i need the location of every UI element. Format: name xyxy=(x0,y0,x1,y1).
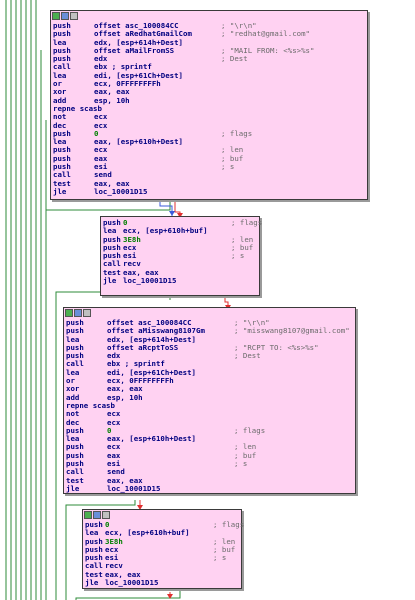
mnemonic: jle xyxy=(66,483,80,493)
list-icon[interactable] xyxy=(102,511,110,519)
instruction-row[interactable]: dec ecx xyxy=(51,121,367,130)
instruction-row[interactable]: jle loc_10001D15 xyxy=(64,483,355,493)
comment: ; "redhat@gmail.com" xyxy=(221,29,310,39)
code-block-2[interactable]: push 0; flags lea ecx, [esp+610h+buf] push 3E… xyxy=(100,216,263,296)
code-block-4[interactable]: push 0; flags lea ecx, [esp+610h+buf] push 3E… xyxy=(82,509,245,589)
comment: ; s xyxy=(234,459,248,469)
graph-icon[interactable] xyxy=(93,511,101,519)
comment: ; Dest xyxy=(234,351,261,361)
comment: ; flags xyxy=(231,218,263,227)
instruction-row[interactable]: jle loc_10001D15 xyxy=(101,276,259,286)
operand: loc_10001D15 xyxy=(105,578,159,588)
code-block-1[interactable]: push offset asc_100084CC; "\r\n" push offse… xyxy=(50,10,368,200)
comment: ; "misswang8107@gmail.com" xyxy=(234,326,350,336)
comment: ; flags xyxy=(221,128,253,138)
graph-icon[interactable] xyxy=(61,12,69,20)
comment: ; flags xyxy=(234,425,266,435)
instruction-list: push 0; flags lea ecx, [esp+610h+buf] push 3E… xyxy=(101,217,263,286)
mnemonic: jle xyxy=(103,276,117,286)
color-icon[interactable] xyxy=(84,511,92,519)
graph-icon[interactable] xyxy=(74,309,82,317)
mnemonic: jle xyxy=(53,186,67,196)
operand: eax, [esp+610h+Dest] xyxy=(107,434,196,444)
operand: eax, [esp+610h+Dest] xyxy=(94,137,183,147)
edge-line xyxy=(75,590,181,600)
mnemonic: jle xyxy=(85,578,99,588)
operand: loc_10001D15 xyxy=(107,483,161,493)
instruction-row[interactable]: jle loc_10001D15 xyxy=(83,578,241,588)
comment: ; s xyxy=(213,553,227,563)
operand: loc_10001D15 xyxy=(94,186,148,196)
code-block-3[interactable]: push offset asc_100084CC; "\r\n" push offse… xyxy=(63,307,356,494)
comment: ; s xyxy=(221,162,235,172)
operand: loc_10001D15 xyxy=(123,276,177,286)
comment: ; flags xyxy=(213,520,245,529)
instruction-list: push 0; flags lea ecx, [esp+610h+buf] push 3E… xyxy=(83,520,245,588)
list-icon[interactable] xyxy=(83,309,91,317)
comment: ; s xyxy=(231,251,245,261)
color-icon[interactable] xyxy=(52,12,60,20)
color-icon[interactable] xyxy=(65,309,73,317)
comment: ; Dest xyxy=(221,54,248,64)
instruction-row[interactable]: jle loc_10001D15 xyxy=(51,186,367,196)
list-icon[interactable] xyxy=(70,12,78,20)
instruction-list: push offset asc_100084CC; "\r\n" push offse… xyxy=(51,21,367,196)
instruction-list: push offset asc_100084CC; "\r\n" push offse… xyxy=(64,318,355,493)
